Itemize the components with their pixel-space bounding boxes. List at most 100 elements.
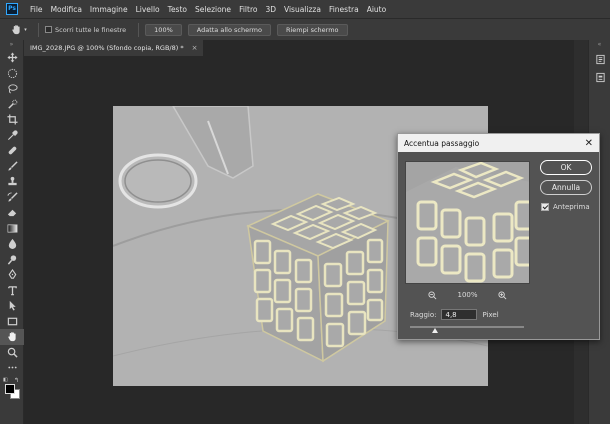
history-brush-tool[interactable] [0,190,24,206]
close-tab-icon[interactable]: × [192,44,198,52]
radius-slider-handle[interactable] [432,328,439,333]
document-tab-bar: IMG_2028.JPG @ 100% (Sfondo copia, RGB/8… [24,40,574,56]
radius-input[interactable] [441,309,478,320]
move-icon [6,52,18,63]
menu-bar: Ps File Modifica Immagine Livello Testo … [0,0,610,18]
foreground-color-swatch[interactable] [5,383,15,394]
dodge-tool[interactable] [0,252,24,268]
brush-tool[interactable] [0,159,24,175]
tool-preset-picker[interactable]: ▾ [6,22,32,38]
preview-zoom-level: 100% [457,291,478,299]
chevron-down-icon: ▾ [24,26,27,33]
marquee-tool[interactable] [0,66,24,82]
eraser-tool[interactable] [0,205,24,221]
eyedropper-icon [7,130,18,140]
preview-checkbox[interactable] [541,203,549,211]
menu-testo[interactable]: Testo [164,5,191,14]
zoom-tool[interactable] [0,345,24,361]
fill-screen-button[interactable]: Riempi schermo [276,23,348,36]
dialog-titlebar[interactable]: Accentua passaggio ✕ [398,134,599,152]
default-colors-icon[interactable]: ◧ [3,377,8,383]
ok-button[interactable]: OK [540,160,592,175]
dodge-icon [7,255,16,265]
menu-selezione[interactable]: Selezione [191,5,235,14]
crop-icon [6,114,18,125]
path-selection-tool[interactable] [0,298,24,314]
options-bar: ▾ Scorri tutte le finestre 100% Adatta a… [0,18,610,40]
collapse-toolbar-icon[interactable]: » [0,40,23,50]
pen-tool[interactable] [0,267,24,283]
properties-panel-icon [595,72,605,82]
radius-row: Raggio: Pixel [410,309,499,320]
history-panel-button[interactable] [589,50,610,68]
close-icon[interactable]: ✕ [585,138,593,149]
color-swatches: ◧ ↰ [0,376,24,408]
more-tools-icon [7,366,17,369]
zoom-icon [7,347,18,358]
radius-label: Raggio: [410,310,437,319]
menu-livello[interactable]: Livello [132,5,164,14]
filter-preview[interactable] [405,161,530,284]
preview-image [406,162,529,283]
properties-panel-button[interactable] [589,68,610,86]
document-tab-title: IMG_2028.JPG @ 100% (Sfondo copia, RGB/8… [30,44,184,52]
menu-finestra[interactable]: Finestra [325,5,363,14]
menu-visualizza[interactable]: Visualizza [280,5,325,14]
zoom-100-button[interactable]: 100% [145,23,182,36]
rectangle-tool[interactable] [0,314,24,330]
blur-icon [8,239,16,250]
preview-option[interactable]: Anteprima [541,203,590,211]
healing-brush-icon [8,146,16,155]
type-tool[interactable] [0,283,24,299]
more-tools-button[interactable] [0,360,24,376]
hand-icon [7,332,16,342]
hand-icon [12,25,20,35]
gradient-icon [7,224,17,233]
radius-slider-track[interactable] [410,326,524,328]
high-pass-dialog: Accentua passaggio ✕ 100% Raggio: 4,8 Pi… [397,133,600,340]
scroll-all-windows-option[interactable]: Scorri tutte le finestre [45,26,126,34]
history-brush-icon [6,192,18,202]
document-tab[interactable]: IMG_2028.JPG @ 100% (Sfondo copia, RGB/8… [24,40,204,56]
clone-stamp-icon [7,177,17,186]
photoshop-logo: Ps [6,3,18,15]
eyedropper-tool[interactable] [0,128,24,144]
scroll-all-windows-checkbox[interactable] [45,26,52,33]
pen-icon [8,269,16,279]
blur-tool[interactable] [0,236,24,252]
quick-selection-icon [7,99,17,109]
expand-panels-icon[interactable]: « [589,40,610,50]
lasso-tool[interactable] [0,81,24,97]
options-divider [138,22,140,37]
type-icon [7,285,17,296]
eraser-icon [7,210,16,217]
hand-tool[interactable] [0,329,24,345]
gradient-tool[interactable] [0,221,24,237]
zoom-out-icon[interactable] [428,290,437,300]
preview-label: Anteprima [553,203,590,211]
cancel-button[interactable]: Annulla [540,180,592,195]
menu-modifica[interactable]: Modifica [47,5,86,14]
menu-3d[interactable]: 3D [261,5,280,14]
move-tool[interactable] [0,50,24,66]
menu-aiuto[interactable]: Aiuto [363,5,391,14]
healing-brush-tool[interactable] [0,143,24,159]
photoshop-window: Ps File Modifica Immagine Livello Testo … [0,0,610,424]
quick-selection-tool[interactable] [0,97,24,113]
menu-immagine[interactable]: Immagine [86,5,132,14]
menu-filtro[interactable]: Filtro [235,5,261,14]
crop-tool[interactable] [0,112,24,128]
lasso-icon [7,84,18,94]
scroll-all-windows-label: Scorri tutte le finestre [55,25,127,34]
radius-unit: Pixel [482,310,499,319]
clone-stamp-tool[interactable] [0,174,24,190]
options-divider [38,22,39,37]
preview-zoom-controls: 100% [405,290,530,300]
zoom-in-icon[interactable] [497,290,507,300]
swap-colors-icon[interactable]: ↰ [14,377,19,384]
fit-screen-button[interactable]: Adatta allo schermo [187,23,271,36]
brush-icon [7,161,18,171]
menu-file[interactable]: File [26,5,47,14]
marquee-icon [7,68,17,78]
history-panel-icon [595,54,605,64]
